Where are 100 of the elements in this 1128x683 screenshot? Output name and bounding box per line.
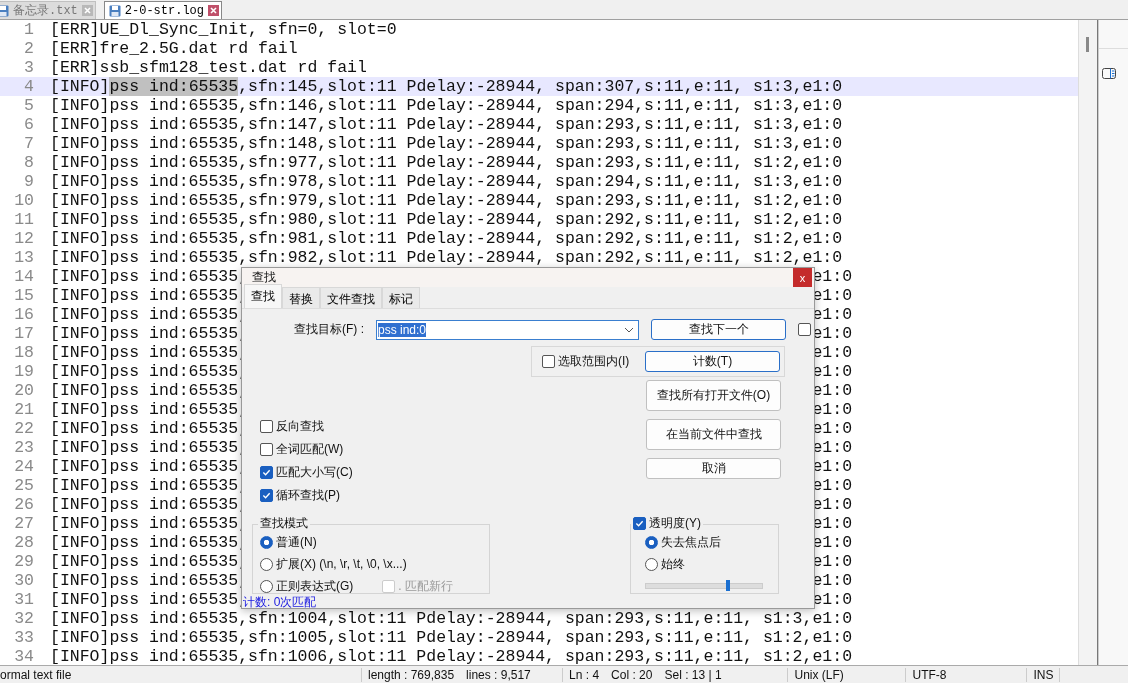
code-line: [INFO]pss ind:65535,sfn:148,slot:11 Pdelay:-28944, span:293,s:11,e:11, s1:3,e1:0 xyxy=(50,134,843,153)
checkbox[interactable] xyxy=(260,443,273,456)
code-line: [INFO]pss ind:65535, xyxy=(50,324,249,343)
count-button[interactable]: 计数(T) xyxy=(645,351,780,372)
chevron-down-icon[interactable] xyxy=(624,326,634,333)
code-line: [INFO]pss ind:65535, xyxy=(50,267,249,286)
dialog-tab[interactable]: 文件查找 xyxy=(320,287,382,308)
find-in-current-file-button[interactable]: 在当前文件中查找 xyxy=(646,419,781,450)
code-line: [INFO]pss ind:65535,sfn:1004,slot:11 Pdelay:-28944, span:293,s:11,e:11, s1:3,e1:0 xyxy=(50,609,853,628)
code-line: [INFO]pss ind:65535, xyxy=(50,552,249,571)
find-next-button[interactable]: 查找下一个 xyxy=(651,319,786,340)
line-number: 28 xyxy=(13,533,35,552)
line-number: 24 xyxy=(13,457,35,476)
line-number: 9 xyxy=(23,172,35,191)
status-bar-item: length : 769,835 xyxy=(367,667,456,682)
code-line: [INFO] xyxy=(50,77,110,96)
code-line: [ERR]ssb_sfm128_test.dat rd fail xyxy=(50,58,367,77)
line-number: 27 xyxy=(13,514,35,533)
checkbox[interactable] xyxy=(260,466,273,479)
line-number: 22 xyxy=(13,419,35,438)
status-bar-item: UTF-8 xyxy=(906,667,1028,682)
line-number: 34 xyxy=(13,647,35,665)
dialog-tab[interactable]: 替换 xyxy=(282,287,320,308)
code-line: [INFO]pss ind:65535,sfn:978,slot:11 Pdelay:-28944, span:294,s:11,e:11, s1:3,e1:0 xyxy=(50,172,843,191)
radio-label: 普通(N) xyxy=(276,534,317,551)
checkbox-label: 全词匹配(W) xyxy=(276,441,344,458)
code-line: [INFO]pss ind:65535,sfn:1006,slot:11 Pdelay:-28944, span:293,s:11,e:11, s1:2,e1:0 xyxy=(50,647,853,665)
scroll-thumb[interactable] xyxy=(1086,37,1089,52)
line-number: 11 xyxy=(13,210,35,229)
line-number: 21 xyxy=(13,400,35,419)
close-button[interactable]: x xyxy=(793,268,812,287)
panel-icon[interactable] xyxy=(1102,68,1116,79)
checkbox[interactable] xyxy=(798,323,811,336)
radio-button[interactable] xyxy=(645,558,658,571)
radio-button[interactable] xyxy=(260,536,273,549)
find-all-open-files-button[interactable]: 查找所有打开文件(O) xyxy=(646,380,781,411)
checkbox[interactable] xyxy=(260,489,273,502)
checkbox-label: 反向查找 xyxy=(276,418,324,435)
code-line: [INFO]pss ind:65535,sfn:980,slot:11 Pdelay:-28944, span:292,s:11,e:11, s1:2,e1:0 xyxy=(50,210,843,229)
line-number: 12 xyxy=(13,229,35,248)
line-number: 15 xyxy=(13,286,35,305)
radio-button[interactable] xyxy=(645,536,658,549)
line-number: 23 xyxy=(13,438,35,457)
checkmark-icon xyxy=(262,468,271,477)
slider-thumb[interactable] xyxy=(726,580,731,591)
line-number: 20 xyxy=(13,381,35,400)
close-icon[interactable] xyxy=(208,5,220,16)
code-line: [INFO]pss ind:65535,sfn:982,slot:11 Pdelay:-28944, span:292,s:11,e:11, s1:2,e1:0 xyxy=(50,248,843,267)
code-line: [INFO]pss ind:65535, xyxy=(50,362,249,381)
line-number: 18 xyxy=(13,343,35,362)
radio-label: 正则表达式(G) xyxy=(276,578,354,595)
code-line: ,sfn:145,slot:11 Pdelay:-28944, span:307,s:11,e:11, s1:3,e1:0 xyxy=(238,77,843,96)
dialog-tab[interactable]: 查找 xyxy=(244,284,282,308)
code-line: [INFO]pss ind:65535, xyxy=(50,533,249,552)
code-line: [INFO]pss ind:65535,sfn:1005,slot:11 Pdelay:-28944, span:293,s:11,e:11, s1:2,e1:0 xyxy=(50,628,853,647)
line-number: 31 xyxy=(13,590,35,609)
field-label: 查找目标(F) : xyxy=(294,321,364,338)
status-bar-item: lines : 9,517 xyxy=(460,667,564,682)
line-number: 1 xyxy=(23,20,35,39)
line-number: 6 xyxy=(23,115,35,134)
code-line: [INFO]pss ind:65535,sfn:981,slot:11 Pdelay:-28944, span:292,s:11,e:11, s1:2,e1:0 xyxy=(50,229,843,248)
line-number: 26 xyxy=(13,495,35,514)
checkbox-label: 透明度(Y) xyxy=(649,515,701,532)
line-number: 14 xyxy=(13,267,35,286)
group-title: 查找模式 xyxy=(258,515,310,532)
code-line: [INFO]pss ind:65535, xyxy=(50,305,249,324)
line-number: 32 xyxy=(13,609,35,628)
code-line: [ERR]fre_2.5G.dat rd fail xyxy=(50,39,298,58)
checkbox-label: 循环查找(P) xyxy=(276,487,340,504)
checkmark-icon xyxy=(635,519,644,528)
dialog-tab[interactable]: 标记 xyxy=(382,287,420,308)
line-number: 33 xyxy=(13,628,35,647)
checkbox-label: 匹配大小写(C) xyxy=(276,464,353,481)
line-number: 8 xyxy=(23,153,35,172)
line-number: 16 xyxy=(13,305,35,324)
scrollbar[interactable] xyxy=(1079,20,1098,665)
line-number: 10 xyxy=(13,191,35,210)
status-bar-item: ormal text file xyxy=(0,667,362,682)
radio-button[interactable] xyxy=(260,558,273,571)
status-bar-item: Col : 20 xyxy=(610,667,654,682)
line-number: 3 xyxy=(23,58,35,77)
selected-text: pss ind:65535 xyxy=(109,77,239,96)
status-bar-item: Unix (LF) xyxy=(788,667,907,682)
search-field[interactable]: pss ind:0 xyxy=(376,319,639,340)
checkmark-icon xyxy=(262,491,271,500)
code-line: [INFO]pss ind:65535, xyxy=(50,571,249,590)
checkbox[interactable] xyxy=(633,517,646,530)
line-number: 2 xyxy=(23,39,35,58)
code-line: [INFO]pss ind:65535,sfn:979,slot:11 Pdelay:-28944, span:293,s:11,e:11, s1:2,e1:0 xyxy=(50,191,843,210)
line-number: 25 xyxy=(13,476,35,495)
code-line: [INFO]pss ind:65535, xyxy=(50,343,249,362)
code-line: [INFO]pss ind:65535,sfn:977,slot:11 Pdelay:-28944, span:293,s:11,e:11, s1:2,e1:0 xyxy=(50,153,843,172)
code-line: [INFO]pss ind:65535,sfn:147,slot:11 Pdelay:-28944, span:293,s:11,e:11, s1:3,e1:0 xyxy=(50,115,843,134)
checkbox[interactable] xyxy=(542,355,555,368)
cancel-button[interactable]: 取消 xyxy=(646,458,781,479)
checkbox[interactable] xyxy=(260,420,273,433)
code-line: [INFO]pss ind:65535, xyxy=(50,381,249,400)
radio-label: 始终 xyxy=(661,556,685,573)
radio-button[interactable] xyxy=(260,580,273,593)
file-tab[interactable]: 2-0-str.log xyxy=(103,1,223,19)
